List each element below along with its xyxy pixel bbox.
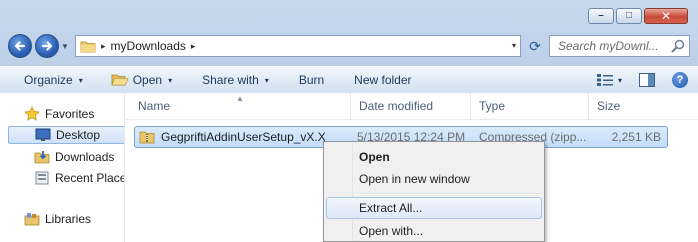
nav-libraries-label: Libraries xyxy=(45,212,92,226)
nav-favorites[interactable]: Favorites xyxy=(24,105,94,123)
new-folder-button[interactable]: New folder xyxy=(336,67,423,93)
organize-label: Organize xyxy=(24,73,73,87)
star-icon xyxy=(24,106,40,121)
downloads-folder-icon xyxy=(34,151,50,164)
search-input[interactable] xyxy=(556,38,660,54)
column-type-label: Type xyxy=(479,99,506,113)
open-label: Open xyxy=(132,73,163,87)
file-name: GegpriftiAddinUserSetup_vX.X.X xyxy=(161,130,325,144)
menu-item-extract-all[interactable]: Extract All... xyxy=(326,197,542,219)
context-menu: Open Open in new window Extract All... O… xyxy=(323,141,545,242)
column-header-type[interactable]: Type xyxy=(470,93,588,119)
navigation-pane[interactable]: Favorites Desktop Downloads Recent Place… xyxy=(0,93,125,242)
recent-places-icon xyxy=(35,171,49,185)
nav-item-label: Downloads xyxy=(55,150,115,164)
burn-button[interactable]: Burn xyxy=(281,67,336,93)
folder-icon xyxy=(80,41,96,53)
command-bar: Organize ▾ Open ▾ Share with ▾ Burn New … xyxy=(0,66,698,94)
column-headers: Name ▲ Date modified Type Size xyxy=(126,93,698,120)
nav-libraries[interactable]: Libraries xyxy=(24,210,91,228)
menu-item-open-in-new-window[interactable]: Open in new window xyxy=(326,168,542,190)
maximize-icon: □ xyxy=(625,10,633,21)
menu-separator xyxy=(354,193,542,195)
open-button[interactable]: Open ▾ xyxy=(95,67,184,93)
minimize-button[interactable]: – xyxy=(588,8,614,24)
minimize-icon: – xyxy=(598,10,604,21)
address-bar[interactable]: ▸ myDownloads ▸ ▾ xyxy=(75,35,521,57)
column-size-label: Size xyxy=(597,99,621,113)
share-with-button[interactable]: Share with ▾ xyxy=(184,67,281,93)
column-name-label: Name xyxy=(138,99,171,113)
recent-pages-dropdown[interactable]: ▼ xyxy=(61,42,71,51)
open-folder-icon xyxy=(111,74,129,86)
desktop-icon xyxy=(35,128,51,141)
libraries-icon xyxy=(24,213,40,226)
close-icon: ✕ xyxy=(660,9,672,23)
change-view-button[interactable] xyxy=(596,72,614,88)
view-options-icon xyxy=(596,74,613,86)
burn-label: Burn xyxy=(298,73,325,87)
nav-item-desktop[interactable]: Desktop xyxy=(8,126,124,144)
nav-item-recent-places[interactable]: Recent Places xyxy=(34,169,125,187)
column-date-label: Date modified xyxy=(359,99,434,113)
share-with-label: Share with xyxy=(202,73,259,87)
chevron-down-icon: ▾ xyxy=(264,75,269,85)
column-header-size[interactable]: Size xyxy=(588,93,668,119)
maximize-button[interactable]: □ xyxy=(616,8,642,24)
new-folder-label: New folder xyxy=(354,73,412,87)
nav-item-downloads[interactable]: Downloads xyxy=(34,148,114,166)
window-caption-buttons: – □ ✕ xyxy=(588,8,688,24)
forward-button[interactable] xyxy=(35,34,59,58)
preview-pane-button[interactable] xyxy=(638,72,656,88)
breadcrumb-mydownloads[interactable]: myDownloads xyxy=(111,39,186,53)
nav-item-label: Recent Places xyxy=(55,171,125,185)
back-arrow-icon xyxy=(14,41,26,51)
close-button[interactable]: ✕ xyxy=(644,8,688,24)
menu-item-open-with[interactable]: Open with... xyxy=(326,220,542,241)
search-box[interactable] xyxy=(549,35,690,57)
navigation-bar: ▼ ▸ myDownloads ▸ ▾ ⟳ xyxy=(8,33,690,59)
nav-favorites-label: Favorites xyxy=(45,107,95,121)
help-icon[interactable]: ? xyxy=(672,72,688,88)
view-controls: ▾ ? xyxy=(596,67,688,93)
address-dropdown-icon[interactable]: ▾ xyxy=(512,41,516,50)
breadcrumb-separator[interactable]: ▸ xyxy=(191,41,196,52)
chevron-down-icon: ▾ xyxy=(168,75,173,85)
menu-item-open[interactable]: Open xyxy=(326,146,542,168)
file-size: 2,251 KB xyxy=(611,130,661,144)
search-icon[interactable] xyxy=(671,39,685,53)
sort-ascending-icon: ▲ xyxy=(236,94,244,103)
chevron-down-icon: ▾ xyxy=(78,75,83,85)
refresh-icon[interactable]: ⟳ xyxy=(525,38,545,55)
file-name-cell: GegpriftiAddinUserSetup_vX.X.X xyxy=(139,127,325,147)
back-button[interactable] xyxy=(8,34,32,58)
column-header-date[interactable]: Date modified xyxy=(350,93,470,119)
nav-item-label: Desktop xyxy=(56,128,101,142)
forward-arrow-icon xyxy=(41,41,53,51)
zip-folder-icon xyxy=(139,131,155,144)
chevron-down-icon[interactable]: ▾ xyxy=(618,76,622,85)
breadcrumb-separator[interactable]: ▸ xyxy=(101,41,106,52)
organize-button[interactable]: Organize ▾ xyxy=(0,67,95,93)
preview-pane-icon xyxy=(639,73,655,87)
